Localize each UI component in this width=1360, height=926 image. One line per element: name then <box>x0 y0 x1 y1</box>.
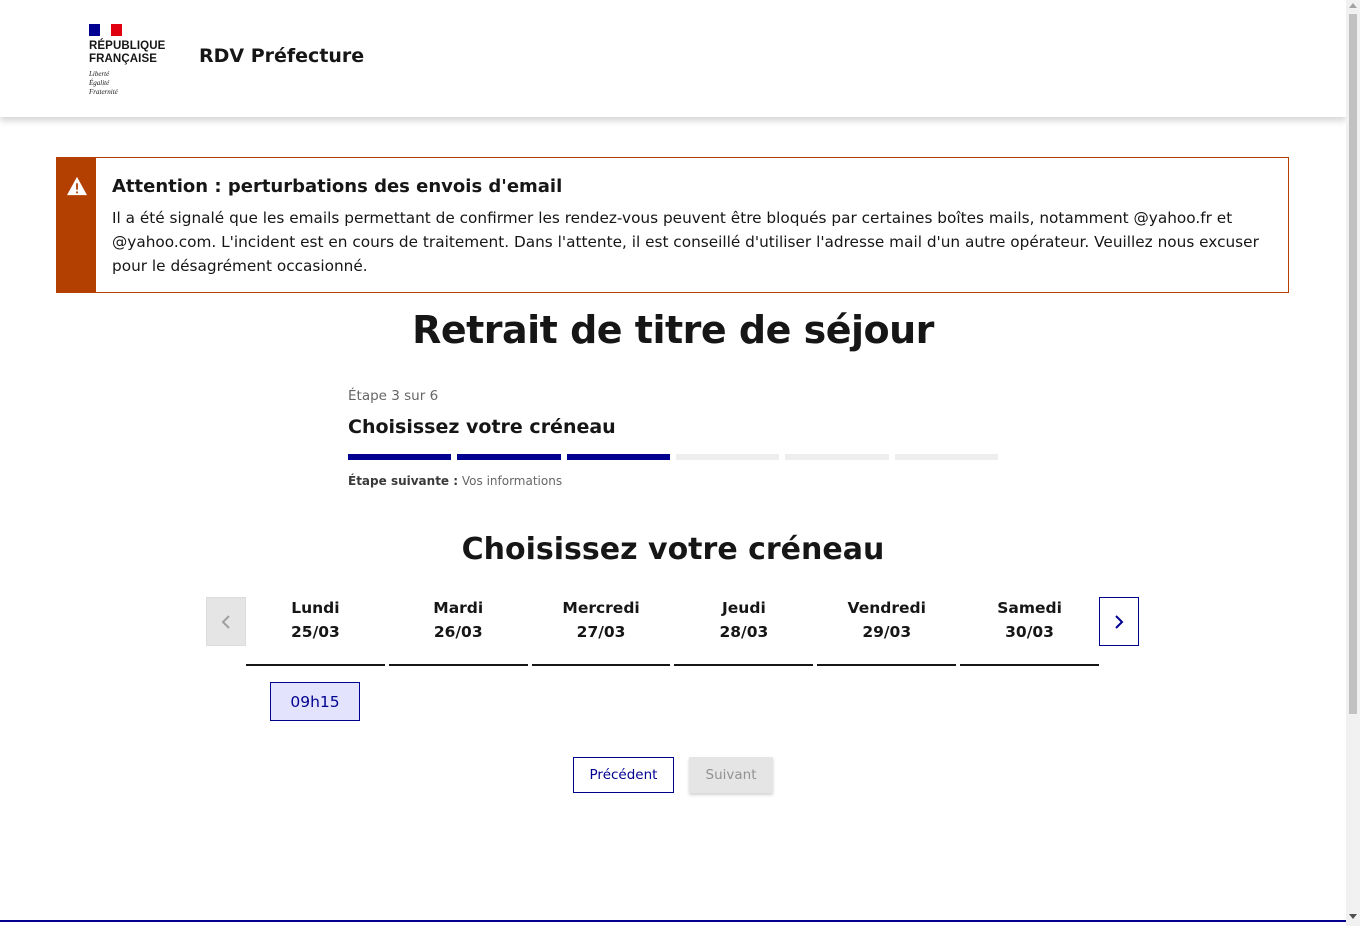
next-step-label: Étape suivante : <box>348 474 459 488</box>
warning-icon <box>67 176 87 196</box>
next-button[interactable]: Suivant <box>689 757 773 793</box>
step-title: Choisissez votre créneau <box>348 416 616 438</box>
step-state: Étape 3 sur 6 <box>348 388 439 404</box>
stepper: Étape 3 sur 6 Choisissez votre créneau É… <box>348 388 998 488</box>
next-step-info: Étape suivante : Vos informations <box>348 474 562 488</box>
next-week-button[interactable] <box>1099 597 1139 646</box>
service-title[interactable]: RDV Préfecture <box>199 45 364 67</box>
scroll-thumb[interactable] <box>1349 14 1357 714</box>
chevron-left-icon <box>221 614 230 629</box>
scroll-up-arrow-icon[interactable] <box>1349 3 1357 8</box>
page-title: Retrait de titre de séjour <box>412 308 934 352</box>
step-bar <box>566 454 670 460</box>
warning-alert: Attention : perturbations des envois d'e… <box>56 157 1289 293</box>
step-bar <box>894 454 998 460</box>
french-flag-icon <box>89 24 122 36</box>
logo-name: RÉPUBLIQUE FRANÇAISE <box>89 40 166 65</box>
day-name: Mardi <box>433 599 484 617</box>
logo-motto: Liberté Égalité Fraternité <box>89 70 118 96</box>
calendar-days: Lundi 25/03 Mardi 26/03 Mercredi 27/03 Jeudi 28… <box>246 597 1099 666</box>
day-date: 30/03 <box>1005 623 1054 641</box>
day-name: Mercredi <box>562 599 640 617</box>
day-name: Samedi <box>997 599 1062 617</box>
previous-button[interactable]: Précédent <box>573 757 674 793</box>
chevron-right-icon <box>1115 614 1124 629</box>
day-column: Vendredi 29/03 <box>817 597 957 666</box>
day-date: 26/03 <box>433 623 483 641</box>
day-date: 28/03 <box>719 623 769 641</box>
step-bar <box>348 454 452 460</box>
alert-text: Il a été signalé que les emails permetta… <box>112 209 1259 275</box>
day-date: 25/03 <box>291 623 340 641</box>
site-header: RÉPUBLIQUE FRANÇAISE Liberté Égalité Fra… <box>0 0 1346 117</box>
footer-border <box>0 920 1346 922</box>
republique-francaise-logo[interactable]: RÉPUBLIQUE FRANÇAISE Liberté Égalité Fra… <box>89 24 169 96</box>
day-column: Mardi 26/03 <box>388 597 528 666</box>
alert-bar <box>57 158 96 292</box>
page-scrollbar[interactable] <box>1346 0 1360 926</box>
day-name: Lundi <box>291 599 340 617</box>
page: RÉPUBLIQUE FRANÇAISE Liberté Égalité Fra… <box>0 0 1346 926</box>
day-column: Samedi 30/03 <box>960 597 1099 666</box>
day-column: Lundi 25/03 <box>246 597 385 666</box>
day-date: 27/03 <box>576 623 626 641</box>
previous-week-button[interactable] <box>206 597 246 646</box>
step-bar <box>785 454 889 460</box>
day-name: Jeudi <box>722 599 766 617</box>
day-date: 29/03 <box>862 623 912 641</box>
day-name: Vendredi <box>847 599 926 617</box>
alert-title: Attention : perturbations des envois d'e… <box>112 176 563 197</box>
next-step-value: Vos informations <box>461 474 563 488</box>
scroll-down-arrow-icon[interactable] <box>1349 914 1357 919</box>
day-column: Jeudi 28/03 <box>674 597 814 666</box>
section-title: Choisissez votre créneau <box>461 532 885 567</box>
step-progress-bar <box>348 454 998 460</box>
step-bar <box>457 454 561 460</box>
day-column: Mercredi 27/03 <box>531 597 671 666</box>
step-bar <box>675 454 780 460</box>
time-slot-button[interactable]: 09h15 <box>270 682 360 721</box>
